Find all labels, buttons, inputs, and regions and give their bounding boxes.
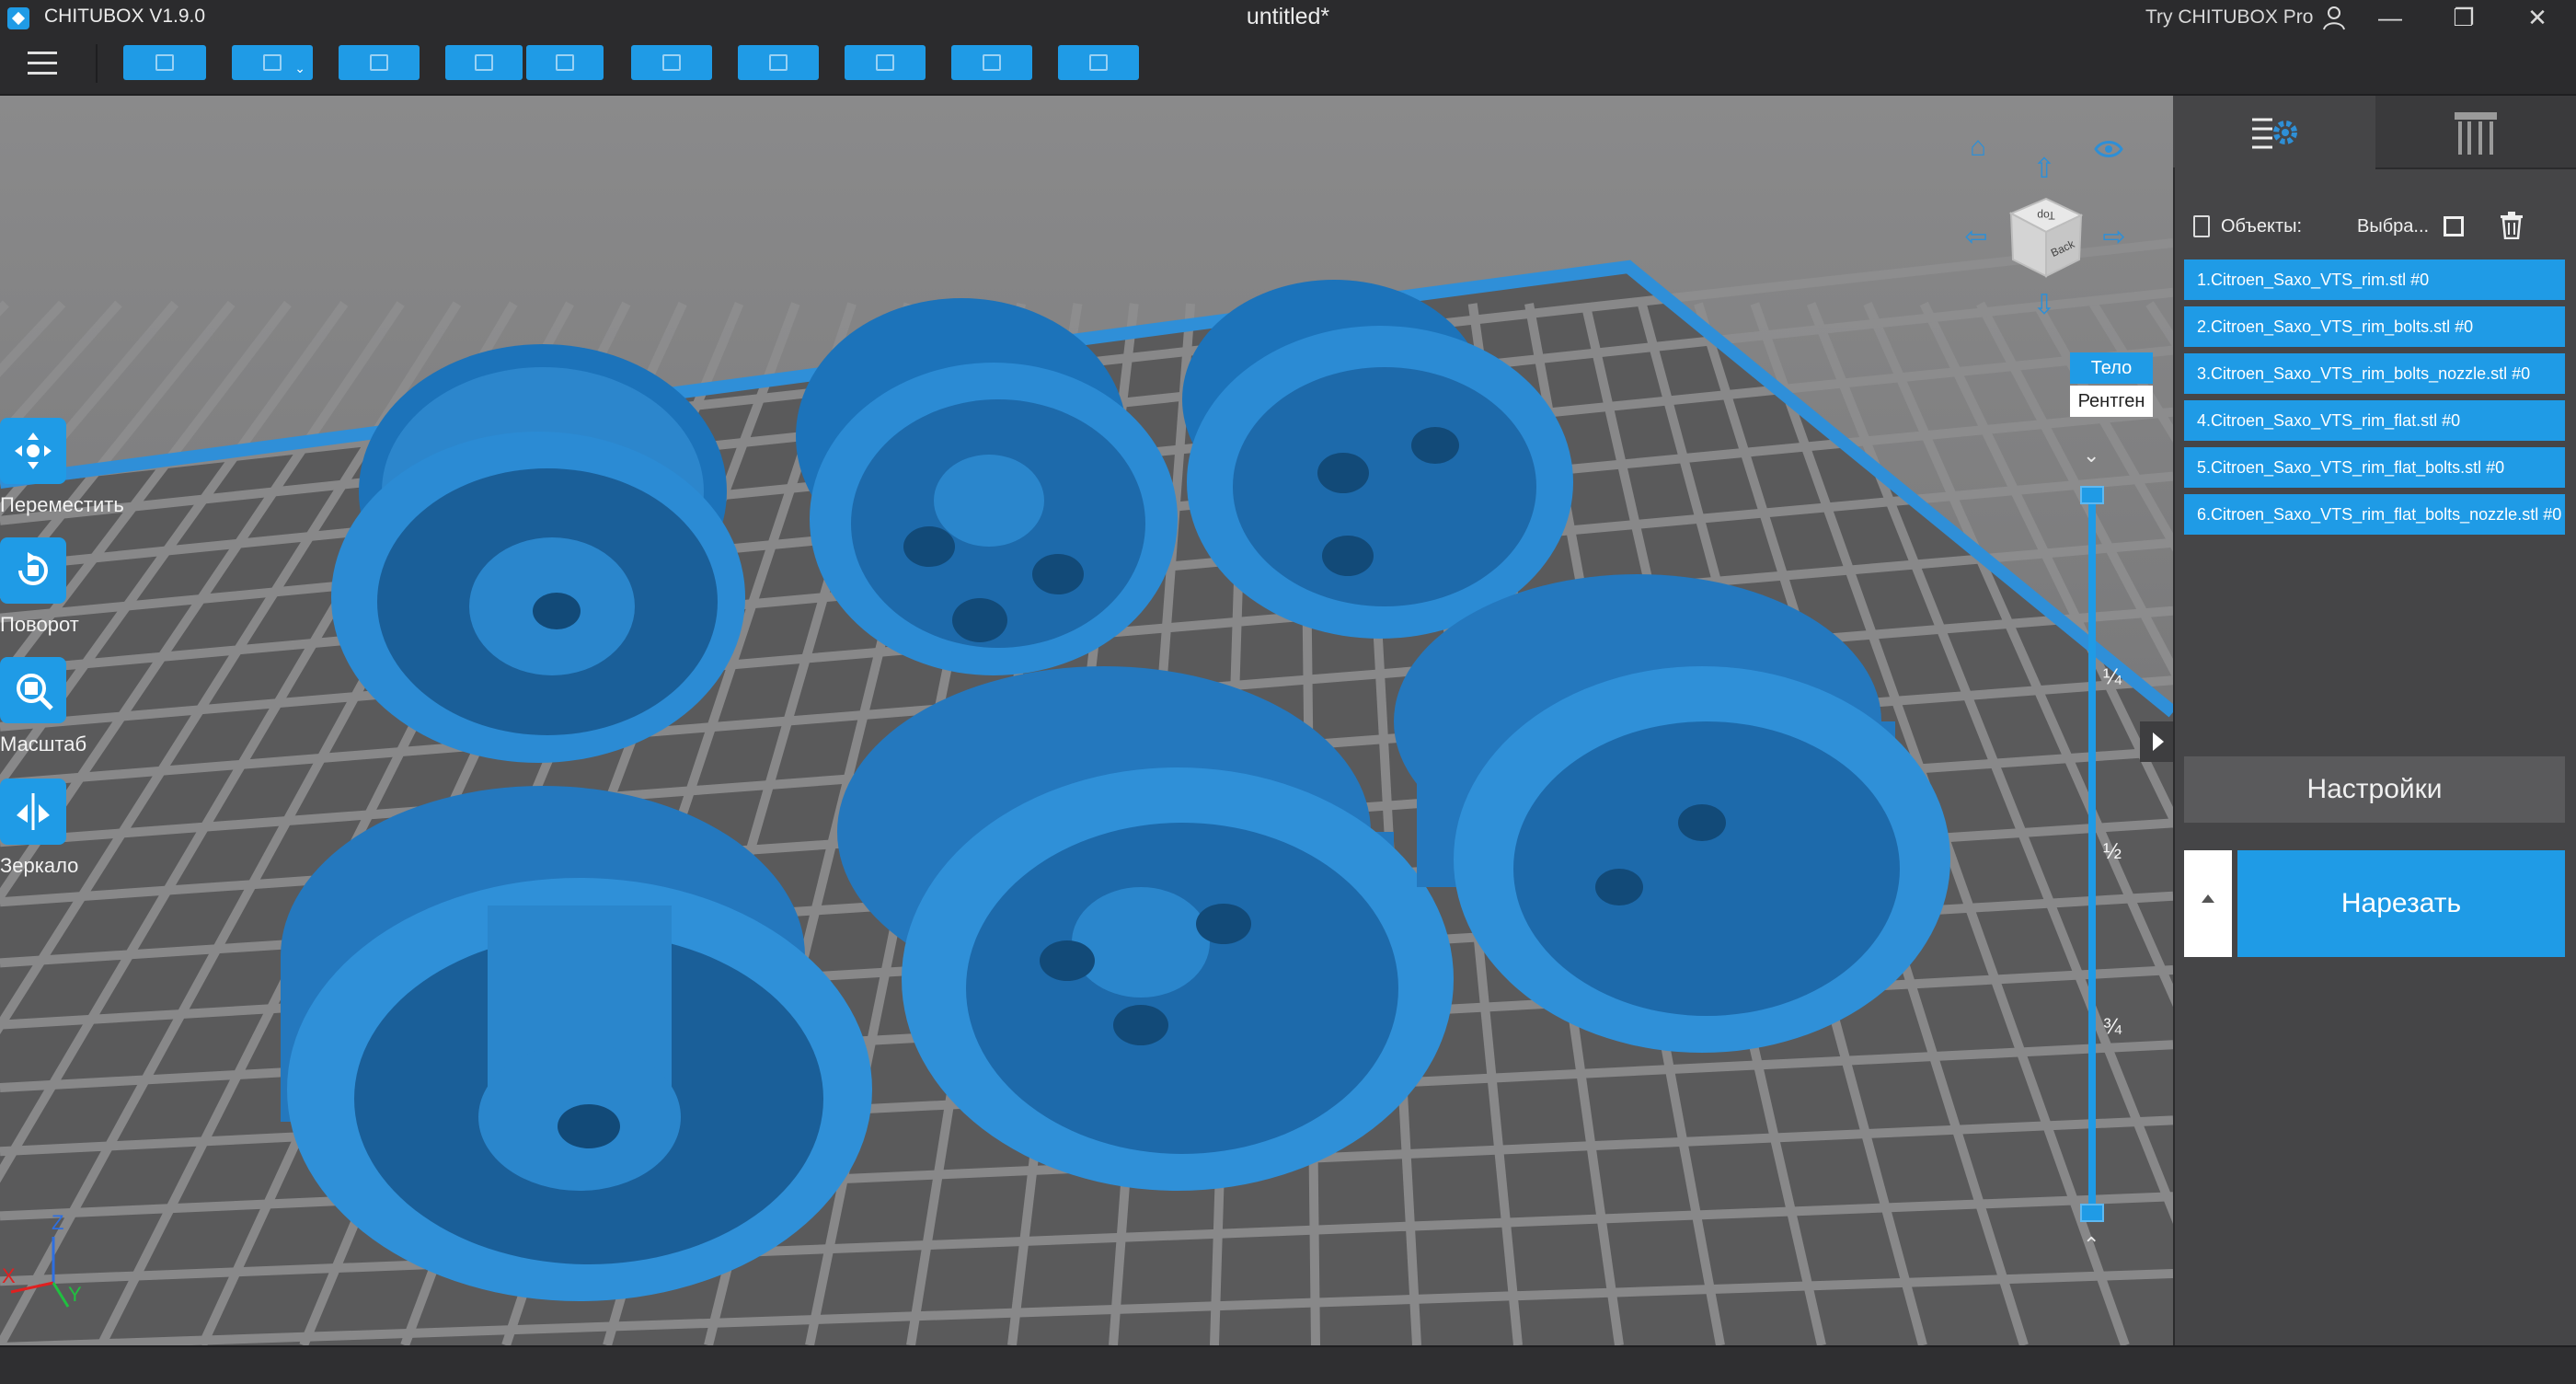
minimize-icon[interactable]: — <box>2353 0 2427 37</box>
user-icon[interactable] <box>2320 4 2348 31</box>
chevron-up-icon <box>2202 894 2214 903</box>
object-list-item[interactable]: 2.Citroen_Saxo_VTS_rim_bolts.stl #0 <box>2184 306 2565 347</box>
hollow-icon <box>876 54 894 71</box>
3d-viewport[interactable]: Z X Y <box>0 96 2173 1345</box>
slider-mark-three-quarter: ¾ <box>2103 1014 2122 1039</box>
build-plate-scene <box>0 96 2173 1345</box>
view-cube-top-label: Top <box>2037 209 2055 222</box>
undo-icon <box>475 54 493 71</box>
undo-button[interactable] <box>445 45 523 80</box>
arrange-button[interactable] <box>738 45 819 80</box>
close-icon[interactable]: ✕ <box>2501 0 2574 37</box>
wheel-rim-1[interactable] <box>331 344 745 763</box>
tools-button[interactable] <box>1058 45 1139 80</box>
folder-icon <box>155 54 174 71</box>
body-mode-button[interactable]: Тело <box>2070 352 2153 384</box>
object-list-item[interactable]: 1.Citroen_Saxo_VTS_rim.stl #0 <box>2184 260 2565 300</box>
arrange-icon <box>769 54 788 71</box>
select-all-checkbox[interactable] <box>2444 216 2464 236</box>
import-icon <box>370 54 388 71</box>
slice-options-toggle[interactable] <box>2184 850 2232 957</box>
open-file-button[interactable] <box>123 45 206 80</box>
tab-object-settings[interactable] <box>2173 96 2374 167</box>
tab-supports[interactable] <box>2375 96 2576 169</box>
view-right-arrow-icon[interactable]: ⇨ <box>2096 223 2133 260</box>
object-list-item[interactable]: 4.Citroen_Saxo_VTS_rim_flat.stl #0 <box>2184 400 2565 441</box>
mirror-icon <box>17 793 50 830</box>
redo-icon <box>556 54 574 71</box>
scale-tool-button[interactable] <box>0 657 66 723</box>
view-up-arrow-icon[interactable]: ⇧ <box>2026 155 2063 191</box>
mirror-tool-button[interactable] <box>0 778 66 845</box>
document-title: untitled* <box>1246 4 1330 29</box>
layout-icon <box>662 54 681 71</box>
holes-icon <box>983 54 1001 71</box>
view-down-arrow-icon[interactable]: ⇩ <box>2026 291 2063 328</box>
object-list-item[interactable]: 6.Citroen_Saxo_VTS_rim_flat_bolts_nozzle… <box>2184 494 2565 535</box>
select-all-label: Выбра... <box>2357 216 2430 236</box>
rotate-icon <box>18 552 48 585</box>
eye-icon[interactable] <box>2090 134 2127 171</box>
scale-tool-label: Масштаб <box>0 732 87 755</box>
home-view-icon[interactable]: ⌂ <box>1960 133 1996 169</box>
status-bar <box>0 1345 2576 1384</box>
save-button[interactable]: ⌄ <box>232 45 313 80</box>
hollow-button[interactable] <box>845 45 926 80</box>
layer-slider-top-handle[interactable] <box>2080 486 2104 504</box>
supports-icon <box>2455 112 2497 155</box>
object-list-item[interactable]: 5.Citroen_Saxo_VTS_rim_flat_bolts.stl #0 <box>2184 447 2565 488</box>
app-name: CHITUBOX V1.9.0 <box>44 6 206 27</box>
scale-icon <box>17 674 53 710</box>
maximize-icon[interactable]: ❐ <box>2427 0 2501 37</box>
objects-label: Объекты: <box>2221 216 2303 236</box>
mirror-tool-label: Зеркало <box>0 854 79 877</box>
slider-mark-half: ½ <box>2103 839 2122 864</box>
xray-mode-button[interactable]: Рентген <box>2070 386 2153 417</box>
axis-indicator <box>10 1237 70 1308</box>
slider-mark-quarter: ¼ <box>2103 664 2122 689</box>
move-tool-button[interactable] <box>0 418 66 484</box>
toolbar-divider <box>96 44 98 83</box>
collapse-panel-icon[interactable] <box>2140 721 2173 762</box>
chevron-down-icon[interactable]: ⌄ <box>2083 444 2099 467</box>
view-left-arrow-icon[interactable]: ⇦ <box>1958 223 1995 260</box>
layer-slider-track[interactable] <box>2088 491 2096 1218</box>
chevron-up-icon[interactable]: ⌃ <box>2083 1233 2099 1257</box>
settings-list-icon <box>2252 118 2297 149</box>
tools-icon <box>1089 54 1108 71</box>
import-button[interactable] <box>339 45 420 80</box>
hamburger-menu-icon[interactable] <box>28 50 61 77</box>
object-list-item[interactable]: 3.Citroen_Saxo_VTS_rim_bolts_nozzle.stl … <box>2184 353 2565 394</box>
axis-x-label: X <box>2 1264 16 1287</box>
axis-y-label: Y <box>68 1283 82 1306</box>
rotate-tool-button[interactable] <box>0 537 66 604</box>
rotate-tool-label: Поворот <box>0 613 79 636</box>
chevron-down-icon: ⌄ <box>294 61 305 75</box>
redo-button[interactable] <box>526 45 604 80</box>
chitubox-logo-icon <box>7 7 29 29</box>
axis-z-label: Z <box>52 1211 64 1234</box>
trash-icon[interactable] <box>2499 212 2524 240</box>
slice-button[interactable]: Нарезать <box>2237 850 2565 957</box>
layout-button[interactable] <box>631 45 712 80</box>
move-icon <box>15 432 52 469</box>
save-icon <box>263 54 282 71</box>
view-cube[interactable]: Top Back <box>2002 195 2085 278</box>
move-tool-label: Переместить <box>0 493 124 516</box>
try-pro-link[interactable]: Try CHITUBOX Pro <box>2145 6 2313 29</box>
document-icon <box>2193 215 2210 237</box>
holes-button[interactable] <box>951 45 1032 80</box>
layer-slider-bottom-handle[interactable] <box>2080 1204 2104 1222</box>
settings-button[interactable]: Настройки <box>2184 756 2565 823</box>
